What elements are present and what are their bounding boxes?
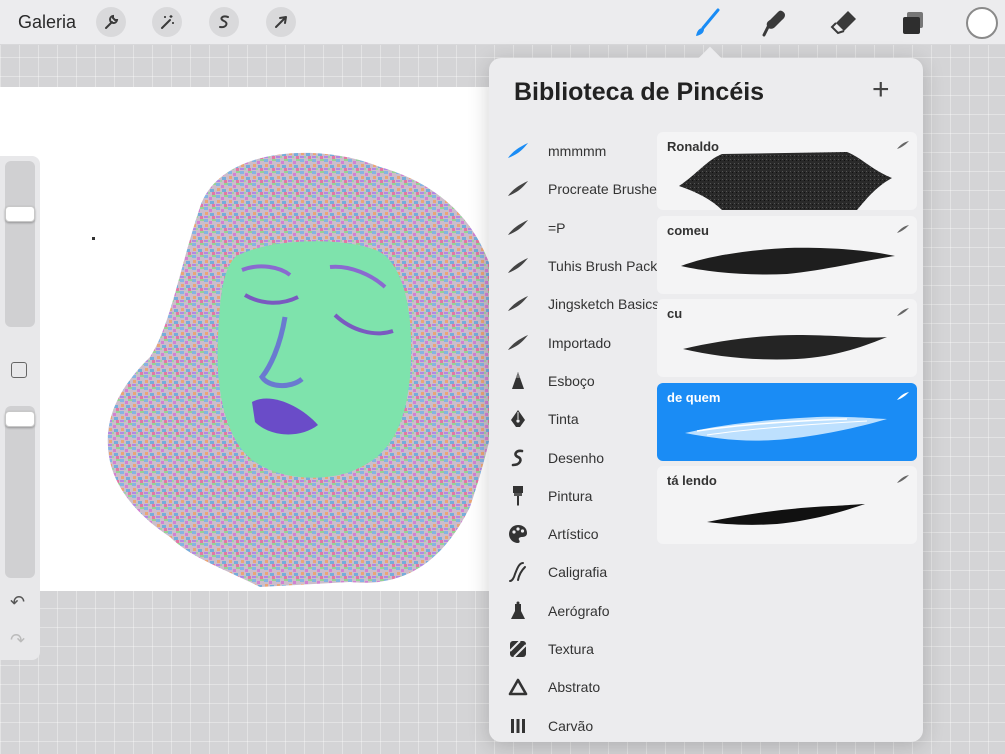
pencil-tip-icon	[507, 370, 529, 392]
brush-set-label: Esboço	[548, 372, 595, 389]
brush-size-knob[interactable]	[5, 206, 35, 222]
redo-icon[interactable]: ↷	[10, 630, 25, 651]
squiggle-icon	[507, 447, 529, 469]
brush-stroke-icon	[897, 475, 909, 483]
brush-set-label: Abstrato	[548, 679, 601, 696]
brush-card-cu[interactable]: cu	[657, 299, 917, 377]
drawing-canvas[interactable]	[0, 87, 510, 591]
rough-taper-stroke-preview	[681, 247, 895, 275]
modify-button[interactable]	[11, 362, 27, 378]
brush-stroke-icon	[507, 178, 529, 200]
brush-set-label: mmmmm	[548, 143, 607, 160]
brush-set-item[interactable]: Aerógrafo	[489, 592, 659, 630]
gallery-button[interactable]: Galeria	[18, 12, 76, 33]
opacity-knob[interactable]	[5, 411, 35, 427]
add-brush-set-button[interactable]: +	[872, 75, 890, 105]
brush-set-label: Jingsketch Basics	[548, 296, 660, 313]
brush-stroke-icon	[507, 255, 529, 277]
canvas-speck	[92, 237, 95, 240]
brush-stroke-icon	[897, 141, 909, 149]
brush-stroke-icon	[897, 391, 909, 400]
airbrush-icon	[507, 600, 529, 622]
brush-set-label: =P	[548, 219, 566, 236]
texture-blob-stroke-preview	[679, 152, 892, 210]
brush-set-item[interactable]: Caligrafia	[489, 553, 659, 591]
brush-set-item[interactable]: mmmmm	[489, 132, 659, 170]
brush-stroke-icon	[507, 217, 529, 239]
brush-stroke-icon	[507, 140, 529, 162]
artwork-illustration	[107, 152, 501, 588]
brush-set-label: Artístico	[548, 526, 599, 543]
color-picker-button[interactable]	[966, 7, 998, 39]
brush-size-slider[interactable]	[5, 161, 35, 327]
brush-list: Ronaldo comeu cu de quem tá lendo	[657, 132, 918, 550]
brush-set-item[interactable]: Procreate Brushes	[489, 170, 664, 208]
calligraphy-icon	[507, 561, 529, 583]
brush-library-panel: Biblioteca de Pincéis + mmmmm Procreate …	[489, 58, 923, 742]
panel-title: Biblioteca de Pincéis	[514, 78, 765, 106]
brush-set-label: Procreate Brushes	[548, 181, 664, 198]
paintbrush-icon	[507, 485, 529, 507]
smudge-icon[interactable]	[758, 7, 790, 39]
brush-set-label: Tuhis Brush Pack	[548, 258, 658, 275]
brush-set-label: Importado	[548, 334, 612, 351]
brush-set-item[interactable]: Importado	[489, 323, 659, 361]
brush-set-item[interactable]: Artístico	[489, 515, 659, 553]
brush-card-comeu[interactable]: comeu	[657, 215, 917, 294]
brush-set-label: Caligrafia	[548, 564, 608, 581]
brush-stroke-icon	[507, 293, 529, 315]
brush-set-item[interactable]: =P	[489, 209, 659, 247]
brush-stroke-icon	[897, 308, 909, 316]
brush-set-label: Aerógrafo	[548, 602, 610, 619]
brush-card-ronaldo[interactable]: Ronaldo	[657, 132, 917, 210]
brush-icon[interactable]	[691, 7, 723, 39]
wrench-icon[interactable]	[96, 7, 126, 37]
brush-set-label: Desenho	[548, 449, 605, 466]
glow-streak-stroke-preview	[685, 416, 887, 441]
brush-set-label: Carvão	[548, 717, 594, 734]
brush-set-label: Textura	[548, 641, 594, 657]
smooth-taper-stroke-preview	[683, 335, 887, 360]
top-toolbar: Galeria	[0, 0, 1005, 45]
brush-set-label: Tinta	[548, 411, 579, 428]
brush-set-label: Pintura	[548, 487, 593, 504]
charcoal-icon	[507, 715, 529, 737]
palette-icon	[507, 523, 529, 545]
brush-card-de-quem[interactable]: de quem	[657, 382, 917, 461]
brush-set-item[interactable]: Carvão	[489, 706, 659, 744]
layers-icon[interactable]	[897, 7, 929, 39]
undo-icon[interactable]: ↶	[10, 592, 25, 613]
pen-nib-icon	[507, 408, 529, 430]
magic-wand-icon[interactable]	[152, 7, 182, 37]
brush-set-item[interactable]: Jingsketch Basics	[489, 285, 659, 323]
triangle-icon	[507, 676, 529, 698]
brush-set-item[interactable]: Desenho	[489, 438, 659, 476]
opacity-slider[interactable]	[5, 406, 35, 578]
transform-arrow-icon[interactable]	[266, 7, 296, 37]
brush-set-item[interactable]: Esboço	[489, 362, 659, 400]
selection-icon[interactable]	[209, 7, 239, 37]
brush-set-item[interactable]: Tuhis Brush Pack	[489, 247, 659, 285]
texture-icon	[507, 638, 529, 660]
brush-set-item[interactable]: Textura	[489, 630, 659, 668]
brush-stroke-icon	[507, 332, 529, 354]
brush-set-item[interactable]: Abstrato	[489, 668, 659, 706]
brush-set-item[interactable]: Tinta	[489, 400, 659, 438]
left-sidebar: ↶ ↷	[0, 156, 40, 660]
eraser-icon[interactable]	[828, 7, 860, 39]
brush-set-list: mmmmm Procreate Brushes =P Tuhis Brush P…	[489, 132, 664, 745]
brush-set-item[interactable]: Pintura	[489, 477, 659, 515]
thin-taper-stroke-preview	[707, 504, 865, 525]
brush-stroke-icon	[897, 224, 909, 233]
brush-card-ta-lendo[interactable]: tá lendo	[657, 466, 917, 544]
